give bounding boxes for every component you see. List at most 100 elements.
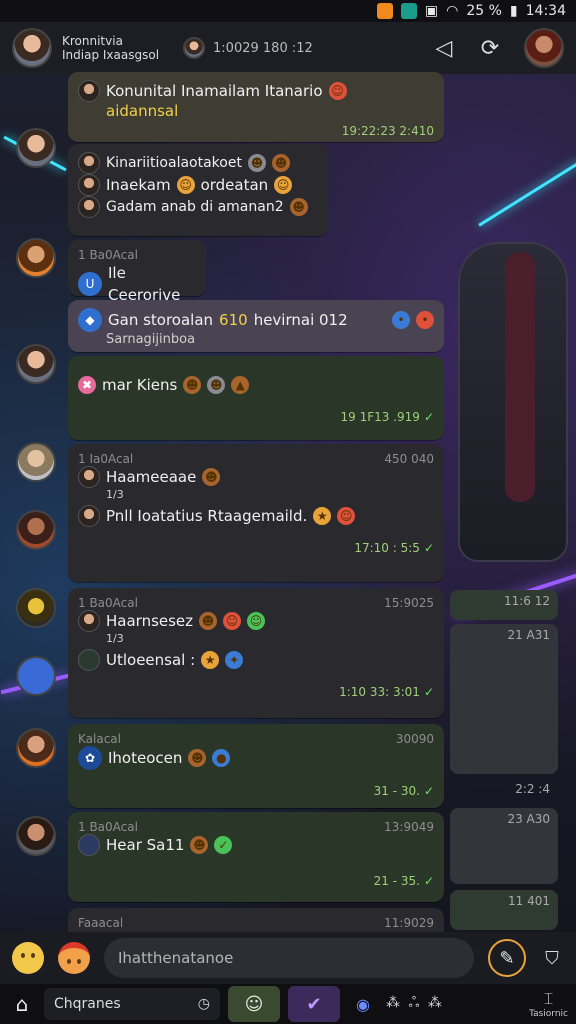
sender-avatar bbox=[78, 834, 100, 856]
camera-icon[interactable]: ◉ bbox=[348, 989, 378, 1019]
message-time: 31 - 30. ✓ bbox=[373, 784, 434, 798]
emoji-icon: ☻ bbox=[207, 376, 226, 394]
message-bubble[interactable]: 1 Ia0Acal 450 040 Haameeaae ☻ 1/3 Pnll Io… bbox=[68, 444, 444, 582]
emoji-icon: ☻ bbox=[183, 376, 202, 394]
chat-messages[interactable]: Konunital Inamailam Itanario ☺ aidannsal… bbox=[0, 72, 576, 932]
sender-avatar[interactable] bbox=[16, 442, 56, 482]
message-bubble[interactable]: 1 Ba0Acal 13:9049 Hear Sa11 ☻ ✓ 21 - 35. ✓ bbox=[68, 812, 444, 902]
emoji-icon: ✓ bbox=[214, 836, 233, 854]
edit-icon[interactable]: ✎ bbox=[488, 939, 526, 977]
message-meta: 1 Ia0Acal 450 040 bbox=[78, 452, 434, 466]
sender-name: Faaacal bbox=[78, 916, 124, 930]
message-bubble[interactable]: 1 Ba0Acal U Ile Ceerorive bbox=[68, 240, 206, 304]
message-time: 19:22:23 2:410 bbox=[341, 124, 434, 138]
sender-avatar bbox=[78, 610, 100, 632]
sender-avatar[interactable] bbox=[16, 510, 56, 550]
sender-name: 1 Ba0Acal bbox=[78, 248, 138, 262]
sender-avatar[interactable] bbox=[16, 344, 56, 384]
sender-avatar bbox=[78, 649, 100, 671]
message-text: Haameeaae bbox=[106, 468, 197, 486]
shield-icon[interactable]: ⛉ bbox=[540, 946, 564, 970]
emoji-icon: ☺ bbox=[223, 612, 242, 630]
message-highlight: 610 bbox=[219, 311, 248, 329]
sender-avatar bbox=[78, 196, 100, 218]
search-field-label: Chqranes bbox=[54, 996, 121, 1012]
message-date: 13:9049 bbox=[384, 820, 434, 834]
side-message-card[interactable]: 11 401 bbox=[450, 890, 558, 930]
message-date: 30090 bbox=[395, 732, 434, 746]
status-bar: ▣ ◠ 25 % ▮ 14:34 bbox=[0, 0, 576, 22]
emoji-icon: ☻ bbox=[247, 154, 266, 172]
message-text: Gan storoalan bbox=[108, 311, 214, 329]
message-input[interactable]: Ihatthenatanoe bbox=[104, 938, 474, 978]
sender-avatar bbox=[78, 152, 100, 174]
message-text: Utloeensal : bbox=[106, 651, 196, 669]
sticker-icon[interactable] bbox=[58, 942, 90, 974]
side-message-card[interactable]: 11:6 12 bbox=[450, 590, 558, 620]
search-field[interactable]: Chqranes ◷ bbox=[44, 988, 220, 1020]
message-meta: 1 Ba0Acal 15:9025 bbox=[78, 596, 434, 610]
message-meta: 1 Ba0Acal bbox=[78, 248, 196, 262]
message-bubble[interactable]: 1 Ba0Acal 15:9025 Haarnsesez ☻ ☺ ☺ 1/3 Ut… bbox=[68, 588, 444, 718]
emoji-icon: • bbox=[416, 311, 434, 329]
sender-avatar[interactable] bbox=[16, 816, 56, 856]
sparkle-emoji-icon: ✖ bbox=[78, 376, 96, 394]
emoji-icon: ☻ bbox=[199, 612, 218, 630]
emoji-icon: ● bbox=[212, 749, 231, 767]
sender-avatar[interactable] bbox=[16, 656, 56, 696]
emoji-icon: ▲ bbox=[231, 376, 250, 394]
emoji-icon: ☺ bbox=[247, 612, 266, 630]
emoji-icon: ☺ bbox=[176, 176, 195, 194]
sender-avatar bbox=[78, 505, 100, 527]
message-bubble[interactable]: Konunital Inamailam Itanario ☺ aidannsal… bbox=[68, 72, 444, 142]
message-subtext: Sarnagijinboa bbox=[106, 332, 196, 347]
sender-avatar[interactable] bbox=[16, 128, 56, 168]
emoji-icon: • bbox=[392, 311, 410, 329]
sender-avatar bbox=[78, 174, 100, 196]
sender-name: 1 Ba0Acal bbox=[78, 820, 138, 834]
clock: 14:34 bbox=[525, 3, 566, 19]
app-logo-icon: U bbox=[78, 272, 102, 296]
emoji-picker-icon[interactable] bbox=[12, 942, 44, 974]
message-text: Hear Sa11 bbox=[106, 836, 185, 854]
chat-header: Kronnitvia Indiap Ixaasgsol 1:0029 180 :… bbox=[0, 22, 576, 74]
emoji-tab-icon[interactable]: ☺ bbox=[228, 986, 280, 1022]
emoji-icon: ☻ bbox=[202, 468, 221, 486]
message-bubble[interactable]: Kinariitioalaotakoet ☻ ☻ Inaekam ☺ ordea… bbox=[68, 144, 328, 236]
bottom-navigation: ⌂ Chqranes ◷ ☺ ✔ ◉ ⁂ ஃ ⁂ ⌶ Tasiornic bbox=[0, 984, 576, 1024]
chat-avatar[interactable] bbox=[12, 28, 52, 68]
vibrate-icon: ▣ bbox=[424, 3, 439, 19]
message-text: Ihoteocen bbox=[108, 749, 183, 767]
back-arrow-icon[interactable]: ◁ bbox=[432, 36, 456, 61]
sender-avatar[interactable] bbox=[16, 238, 56, 278]
read-check-icon: ✓ bbox=[423, 784, 434, 798]
signal-icon: ▮ bbox=[509, 3, 518, 19]
sender-avatar bbox=[78, 466, 100, 488]
message-bubble[interactable]: Faaacal 11:9029 bbox=[68, 908, 444, 932]
app-logo-icon: ◆ bbox=[78, 308, 102, 332]
message-meta: Faaacal 11:9029 bbox=[78, 916, 434, 930]
sender-avatar[interactable] bbox=[16, 588, 56, 628]
refresh-icon[interactable]: ⟳ bbox=[478, 36, 502, 61]
home-icon[interactable]: ⌂ bbox=[8, 990, 36, 1018]
chat-title[interactable]: Kronnitvia Indiap Ixaasgsol bbox=[62, 34, 159, 62]
side-message-card[interactable]: 23 A30 bbox=[450, 808, 558, 884]
emoji-icon: ★ bbox=[313, 507, 332, 525]
menu-button[interactable]: ⌶ Tasiornic bbox=[529, 989, 568, 1019]
message-bubble[interactable]: Kalacal 30090 ✿ Ihoteocen ☻ ● 31 - 30. ✓ bbox=[68, 724, 444, 808]
emoji-icon: ☺ bbox=[328, 82, 347, 100]
side-message-card[interactable]: 2:2 :4 bbox=[450, 778, 558, 808]
message-date: 11:9029 bbox=[384, 916, 434, 930]
check-tab-icon[interactable]: ✔ bbox=[288, 986, 340, 1022]
keyboard-icon[interactable]: ⁂ ஃ ⁂ bbox=[386, 995, 444, 1013]
message-meta: Kalacal 30090 bbox=[78, 732, 434, 746]
message-bubble[interactable]: ✖ mar Kiens ☻ ☻ ▲ 19 1F13 .919 ✓ bbox=[68, 356, 444, 440]
message-bubble[interactable]: ◆ Gan storoalan 610 hevirnai 012 • • Sar… bbox=[68, 300, 444, 352]
message-text: aidannsal bbox=[106, 102, 179, 120]
sender-avatar[interactable] bbox=[16, 728, 56, 768]
message-composer: Ihatthenatanoe ✎ ⛉ bbox=[0, 932, 576, 984]
message-date: 15:9025 bbox=[384, 596, 434, 610]
side-message-card[interactable]: 21 A31 bbox=[450, 624, 558, 774]
profile-avatar[interactable] bbox=[524, 28, 564, 68]
message-subtext: 1/3 bbox=[106, 488, 124, 501]
